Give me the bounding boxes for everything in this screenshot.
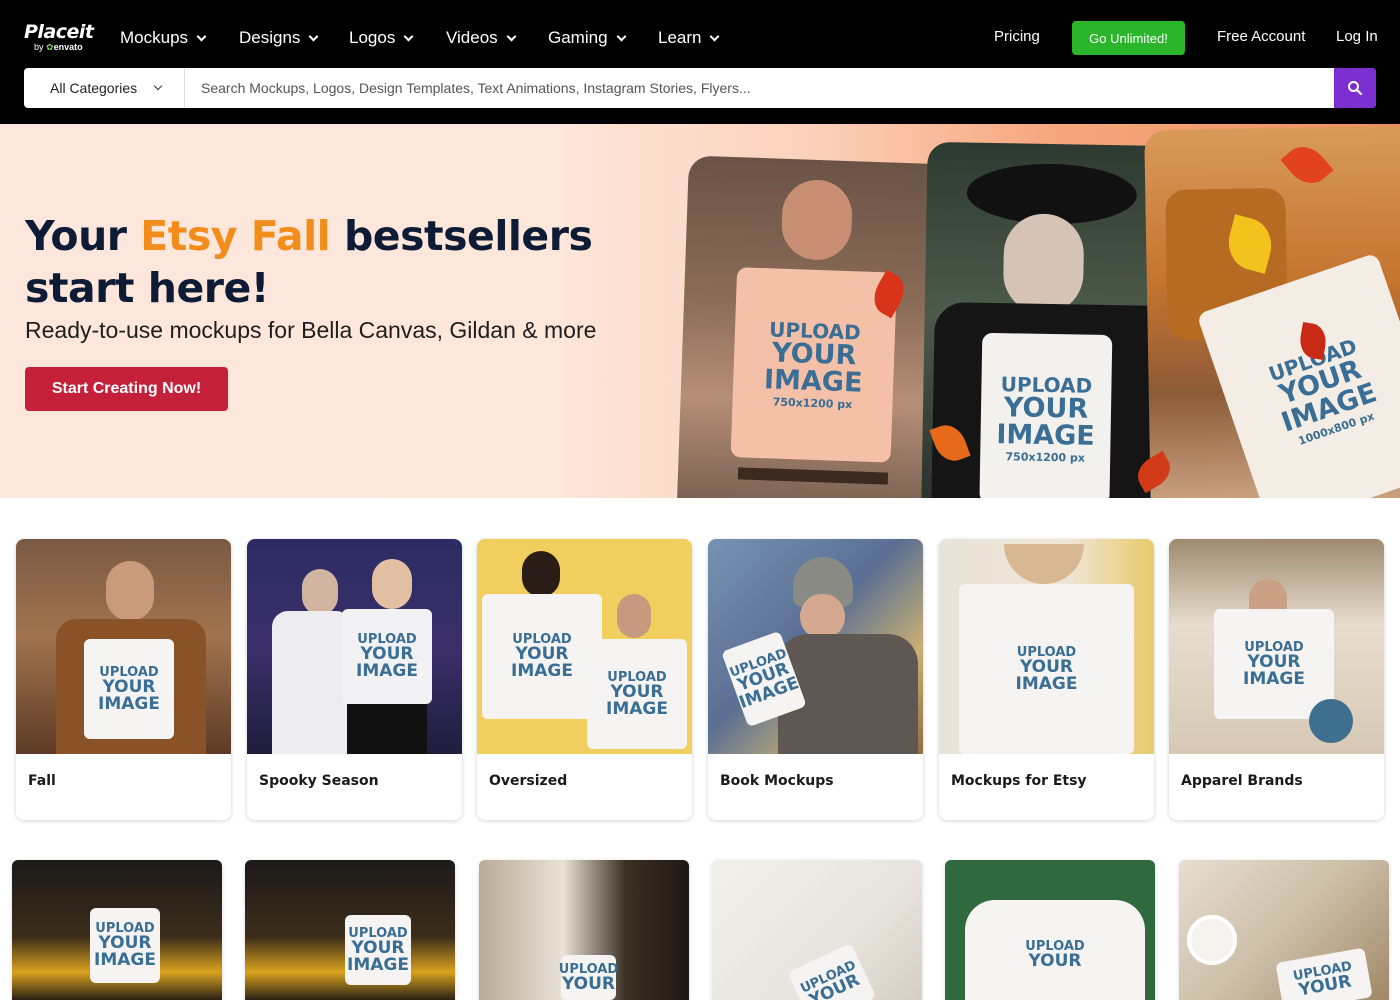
card-image: UPLOAD YOUR IMAGE bbox=[247, 539, 462, 754]
chevron-down-icon bbox=[506, 31, 517, 41]
card-image: UPLOAD YOUR IMAGE UPLOAD YOUR IMAGE bbox=[477, 539, 692, 754]
nav-gaming[interactable]: Gaming bbox=[548, 26, 626, 50]
login-link[interactable]: Log In bbox=[1336, 28, 1378, 45]
globe-shape bbox=[1309, 699, 1353, 743]
top-navigation: Placeit by ✿envato Mockups Designs Logos… bbox=[0, 0, 1400, 124]
mockup-placeholder: UPLOAD YOUR IMAGE bbox=[959, 584, 1134, 754]
category-card-spooky-season[interactable]: UPLOAD YOUR IMAGE Spooky Season bbox=[247, 539, 462, 820]
start-creating-button[interactable]: Start Creating Now! bbox=[25, 367, 228, 411]
category-card-fall[interactable]: UPLOAD YOUR IMAGE Fall bbox=[16, 539, 231, 820]
mockup-placeholder: UPLOAD YOUR bbox=[1275, 947, 1373, 1000]
category-card-apparel-brands[interactable]: UPLOAD YOUR IMAGE Apparel Brands bbox=[1169, 539, 1384, 820]
logo-byline: by ✿envato bbox=[34, 42, 83, 52]
mockup-tile-night-city-front[interactable]: UPLOAD YOUR IMAGE bbox=[245, 860, 455, 1000]
chevron-down-icon bbox=[616, 31, 626, 41]
hero-photo-man-tshirt: UPLOAD YOUR IMAGE 750x1200 px bbox=[675, 155, 957, 498]
card-label: Apparel Brands bbox=[1181, 773, 1303, 789]
mockup-placeholder: UPLOAD YOUR IMAGE bbox=[1214, 609, 1334, 719]
category-card-oversized[interactable]: UPLOAD YOUR IMAGE UPLOAD YOUR IMAGE Oversize… bbox=[477, 539, 692, 820]
nav-mockups[interactable]: Mockups bbox=[120, 26, 207, 50]
mockup-placeholder: UPLOAD YOUR IMAGE bbox=[90, 908, 160, 983]
card-label: Spooky Season bbox=[259, 773, 379, 789]
mockup-placeholder: UPLOAD YOUR bbox=[787, 943, 877, 1000]
nav-learn[interactable]: Learn bbox=[658, 26, 720, 50]
sweatshirt-shape bbox=[272, 611, 352, 754]
card-label: Oversized bbox=[489, 773, 568, 789]
card-label: Book Mockups bbox=[720, 773, 834, 789]
face-shape bbox=[106, 561, 154, 621]
coffee-cup-shape bbox=[1187, 915, 1237, 965]
go-unlimited-button[interactable]: Go Unlimited! bbox=[1072, 21, 1185, 55]
nav-logos[interactable]: Logos bbox=[349, 26, 414, 50]
envato-leaf-icon: ✿ bbox=[46, 42, 54, 52]
hero-banner: Your Etsy Fall bestsellers start here! R… bbox=[0, 124, 1400, 498]
placeit-logo[interactable]: Placeit by ✿envato bbox=[24, 22, 94, 52]
skirt-shape bbox=[347, 704, 427, 754]
face-shape bbox=[780, 178, 854, 262]
hero-title-accent: Etsy Fall bbox=[140, 212, 331, 260]
mockup-placeholder: UPLOAD YOUR IMAGE 750x1200 px bbox=[979, 332, 1113, 498]
mockup-tile-night-city-back[interactable]: UPLOAD YOUR IMAGE bbox=[12, 860, 222, 1000]
chevron-down-icon bbox=[710, 31, 720, 41]
search-bar: All Categories bbox=[24, 68, 1376, 108]
mockup-tile-columns[interactable]: UPLOAD YOUR bbox=[479, 860, 689, 1000]
mockup-placeholder: UPLOAD YOUR IMAGE bbox=[342, 609, 432, 704]
category-card-book-mockups[interactable]: UPLOAD YOUR IMAGE Book Mockups bbox=[708, 539, 923, 820]
search-button[interactable] bbox=[1334, 68, 1376, 108]
mockup-placeholder: UPLOAD YOUR IMAGE bbox=[587, 639, 687, 749]
logo-wordmark: Placeit bbox=[24, 21, 94, 43]
card-label: Mockups for Etsy bbox=[951, 773, 1087, 789]
card-label: Fall bbox=[28, 773, 56, 789]
card-image: UPLOAD YOUR IMAGE bbox=[16, 539, 231, 754]
chevron-down-icon bbox=[153, 81, 163, 91]
card-image: UPLOAD YOUR IMAGE bbox=[939, 539, 1154, 754]
mockup-tile-book-table[interactable]: UPLOAD YOUR bbox=[712, 860, 922, 1000]
card-image: UPLOAD YOUR IMAGE bbox=[1169, 539, 1384, 754]
face-shape bbox=[372, 559, 412, 609]
face-shape bbox=[617, 594, 651, 638]
search-icon bbox=[1348, 81, 1363, 96]
mockup-placeholder: UPLOAD YOUR bbox=[559, 955, 618, 1000]
mockup-tile-flat-tshirt[interactable]: UPLOAD YOUR bbox=[945, 860, 1155, 1000]
category-card-mockups-for-etsy[interactable]: UPLOAD YOUR IMAGE Mockups for Etsy bbox=[939, 539, 1154, 820]
mockup-placeholder: UPLOAD YOUR IMAGE bbox=[345, 915, 411, 985]
face-shape bbox=[1004, 544, 1084, 584]
category-dropdown[interactable]: All Categories bbox=[24, 68, 185, 108]
hero-title: Your Etsy Fall bestsellers start here! bbox=[25, 212, 593, 312]
card-image: UPLOAD YOUR IMAGE bbox=[708, 539, 923, 754]
mockup-placeholder: UPLOAD YOUR IMAGE bbox=[84, 639, 174, 739]
face-shape bbox=[1002, 213, 1085, 315]
face-shape bbox=[302, 569, 338, 615]
hero-subtitle: Ready-to-use mockups for Bella Canvas, G… bbox=[25, 317, 597, 343]
pricing-link[interactable]: Pricing bbox=[994, 28, 1040, 45]
chevron-down-icon bbox=[196, 31, 207, 41]
category-dropdown-label: All Categories bbox=[50, 80, 138, 96]
mockup-placeholder: UPLOAD YOUR IMAGE bbox=[482, 594, 602, 719]
hero-photo-tote-bag: UPLOAD YOUR IMAGE 1000x800 px bbox=[1144, 125, 1400, 498]
mockup-placeholder: UPLOAD YOUR IMAGE 750x1200 px bbox=[730, 267, 898, 463]
head-shape bbox=[522, 551, 560, 597]
mockup-tile-cozy-coffee[interactable]: UPLOAD YOUR bbox=[1179, 860, 1389, 1000]
chevron-down-icon bbox=[403, 31, 414, 41]
face-shape bbox=[800, 594, 845, 639]
chevron-down-icon bbox=[308, 31, 319, 41]
nav-videos[interactable]: Videos bbox=[446, 26, 517, 50]
free-account-link[interactable]: Free Account bbox=[1217, 28, 1305, 45]
mockup-placeholder: UPLOAD YOUR bbox=[965, 900, 1145, 1000]
belt-shape bbox=[737, 467, 889, 485]
search-input[interactable] bbox=[186, 68, 1334, 108]
nav-designs[interactable]: Designs bbox=[239, 26, 319, 50]
